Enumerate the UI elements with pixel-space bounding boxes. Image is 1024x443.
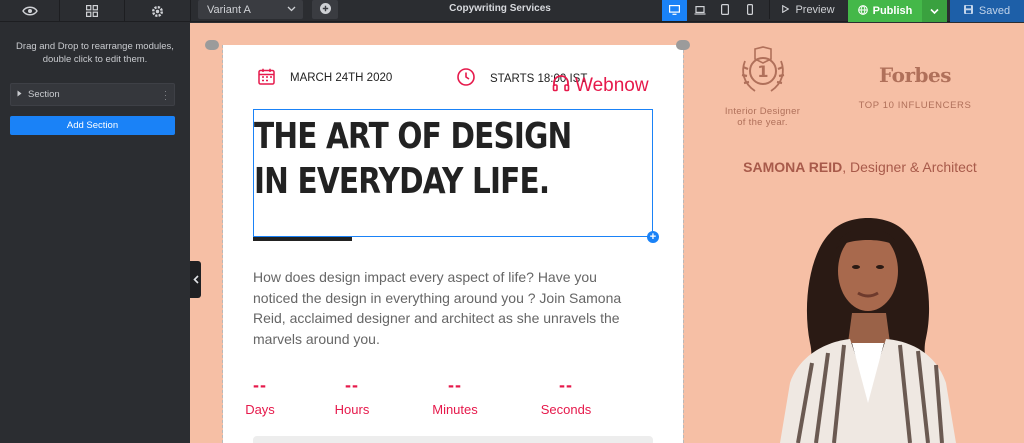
headline-line-1: THE ART OF DESIGN xyxy=(254,116,572,157)
device-laptop-button[interactable] xyxy=(687,0,712,21)
countdown-value: -- xyxy=(345,375,359,395)
sidebar-hint: Drag and Drop to rearrange modules, doub… xyxy=(16,41,174,65)
sidebar-item-label: Section xyxy=(28,89,60,100)
award-number: 1 xyxy=(757,62,768,81)
countdown-days: -- Days xyxy=(220,376,300,417)
headphones-icon xyxy=(552,74,570,98)
resize-handle-left[interactable] xyxy=(205,40,219,50)
variant-select-value: Variant A xyxy=(207,3,251,16)
brand-name: Webnow xyxy=(575,75,649,96)
calendar-icon xyxy=(258,68,275,88)
grid-icon xyxy=(86,5,98,17)
headline-divider xyxy=(253,237,352,241)
device-mobile-button[interactable] xyxy=(737,0,762,21)
forbes-logo: Forbes xyxy=(879,63,951,87)
countdown-value: -- xyxy=(448,375,462,395)
headline-module[interactable]: THE ART OF DESIGN IN EVERYDAY LIFE. xyxy=(253,109,653,237)
forbes-caption: TOP 10 INFLUENCERS xyxy=(858,100,972,111)
event-date: MARCH 24TH 2020 xyxy=(258,68,392,88)
add-section-button[interactable]: Add Section xyxy=(10,116,175,135)
top-toolbar: Variant A Copywriting Services Preview P… xyxy=(0,0,1024,22)
saved-status-button[interactable]: Saved xyxy=(950,0,1024,22)
award-caption: Interior Designer of the year. xyxy=(724,106,801,128)
mobile-icon xyxy=(746,2,753,20)
save-icon xyxy=(963,5,973,17)
tab-settings[interactable] xyxy=(125,0,191,22)
brand-logo: Webnow xyxy=(552,74,649,98)
caret-right-icon[interactable] xyxy=(17,89,22,100)
speaker-portrait xyxy=(740,193,970,443)
publish-options-button[interactable] xyxy=(922,0,947,22)
add-variant-button[interactable] xyxy=(312,0,338,19)
countdown-seconds: -- Seconds xyxy=(526,376,606,417)
event-date-text: MARCH 24TH 2020 xyxy=(290,72,393,84)
variant-select[interactable]: Variant A xyxy=(198,0,303,19)
desktop-icon xyxy=(669,2,681,20)
countdown-unit: Days xyxy=(245,402,275,417)
preview-label: Preview xyxy=(795,3,835,16)
award-badge: 1 Interior Designer of the year. xyxy=(720,45,805,128)
resize-handle-right[interactable] xyxy=(676,40,690,50)
countdown-hours: -- Hours xyxy=(312,376,392,417)
section-guide-right xyxy=(683,45,684,443)
globe-icon xyxy=(857,4,868,18)
device-desktop-button[interactable] xyxy=(662,0,687,21)
add-module-button[interactable]: + xyxy=(647,231,659,243)
chevron-left-icon xyxy=(192,271,199,289)
countdown-unit: Hours xyxy=(334,402,370,417)
page-title: Copywriting Services xyxy=(449,3,551,14)
editor-canvas: MARCH 24TH 2020 STARTS 18:00 IST Webnow … xyxy=(190,23,1024,443)
description-text[interactable]: How does design impact every aspect of l… xyxy=(253,267,643,349)
countdown-minutes: -- Minutes xyxy=(415,376,495,417)
eye-icon xyxy=(21,6,38,16)
chevron-down-icon xyxy=(930,2,939,20)
countdown-unit: Seconds xyxy=(540,402,592,417)
publish-label: Publish xyxy=(872,5,913,17)
gear-icon xyxy=(151,5,164,18)
play-icon xyxy=(782,4,790,16)
chevron-down-icon xyxy=(287,4,296,16)
tab-preview-visibility[interactable] xyxy=(0,0,60,22)
sidebar-item-section[interactable]: Section · · · xyxy=(10,83,175,106)
headline[interactable]: THE ART OF DESIGN IN EVERYDAY LIFE. xyxy=(254,114,580,204)
preview-button[interactable]: Preview xyxy=(769,0,847,19)
tablet-icon xyxy=(720,2,729,20)
sidebar-collapse-button[interactable] xyxy=(190,261,201,298)
publish-button[interactable]: Publish xyxy=(848,0,922,22)
countdown-value: -- xyxy=(559,375,573,395)
device-tablet-button[interactable] xyxy=(712,0,737,21)
speaker-caption: SAMONA REID, Designer & Architect xyxy=(720,159,1000,175)
form-input-placeholder[interactable] xyxy=(253,436,653,443)
countdown-value: -- xyxy=(253,375,267,395)
laurel-medal-icon: 1 xyxy=(733,46,793,101)
speaker-role: , Designer & Architect xyxy=(842,159,977,175)
tab-modules[interactable] xyxy=(60,0,125,22)
plus-circle-icon xyxy=(319,1,331,19)
speaker-name: SAMONA REID xyxy=(743,159,843,175)
countdown-unit: Minutes xyxy=(432,402,478,417)
clock-icon xyxy=(457,68,475,89)
laptop-icon xyxy=(694,2,706,20)
sidebar: Drag and Drop to rearrange modules, doub… xyxy=(0,23,190,443)
saved-label: Saved xyxy=(978,5,1011,17)
forbes-badge: Forbes TOP 10 INFLUENCERS xyxy=(840,63,990,111)
more-options-icon[interactable]: · · · xyxy=(164,87,167,104)
headline-line-2: IN EVERYDAY LIFE. xyxy=(254,161,550,202)
